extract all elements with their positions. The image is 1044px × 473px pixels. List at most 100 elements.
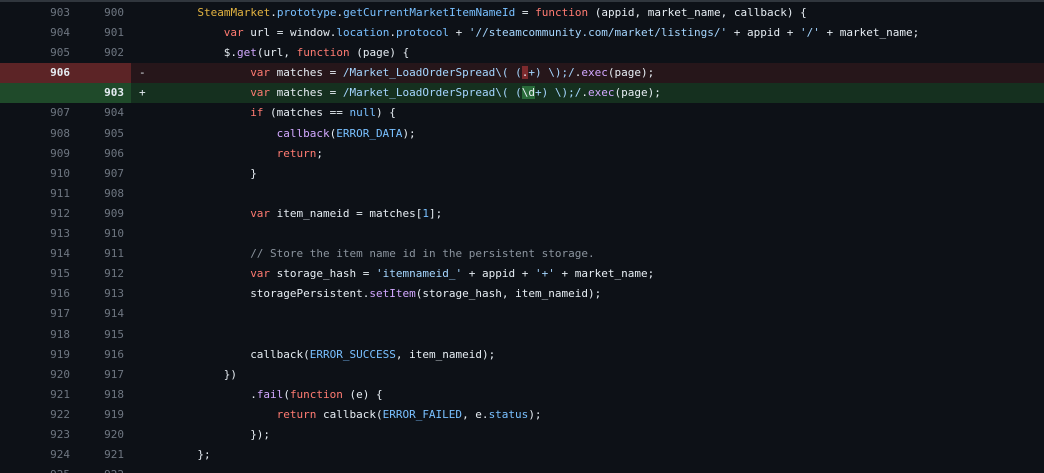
code-token: function xyxy=(535,6,589,19)
code-content: var url = window.location.protocol + '//… xyxy=(153,23,1044,43)
diff-marker xyxy=(131,465,153,473)
code-content: } xyxy=(153,164,1044,184)
code-token: exec xyxy=(587,86,615,100)
old-line-number[interactable]: 912 xyxy=(0,204,76,224)
code-token: + appid + xyxy=(727,26,800,40)
code-token: . xyxy=(270,6,277,19)
code-token: }; xyxy=(197,448,211,462)
code-token: protocol xyxy=(396,26,449,40)
new-line-number[interactable]: 916 xyxy=(76,345,131,365)
code-token: ; xyxy=(316,146,323,160)
new-line-number[interactable]: 913 xyxy=(76,284,131,304)
old-line-number[interactable]: 921 xyxy=(0,385,76,405)
old-line-number[interactable]: 916 xyxy=(0,284,76,304)
diff-marker xyxy=(131,284,153,304)
old-line-number[interactable]: 910 xyxy=(0,164,76,184)
old-line-number[interactable]: 913 xyxy=(0,224,76,244)
new-line-number[interactable]: 922 xyxy=(76,465,131,473)
code-content: return callback(ERROR_FAILED, e.status); xyxy=(153,405,1044,425)
old-line-number[interactable]: 903 xyxy=(0,3,76,23)
diff-marker xyxy=(131,144,153,164)
code-token: $. xyxy=(223,46,238,60)
code-token: (url, xyxy=(256,46,297,60)
code-content: storagePersistent.setItem(storage_hash, … xyxy=(153,284,1044,304)
new-line-number[interactable]: 919 xyxy=(76,405,131,425)
code-content: return; xyxy=(153,144,1044,164)
new-line-number[interactable]: 918 xyxy=(76,385,131,405)
old-line-number[interactable]: 915 xyxy=(0,264,76,284)
new-line-number[interactable]: 901 xyxy=(76,23,131,43)
old-line-number[interactable]: 906 xyxy=(0,63,76,84)
old-line-number[interactable]: 914 xyxy=(0,244,76,264)
old-line-number[interactable]: 907 xyxy=(0,103,76,123)
old-line-number[interactable]: 909 xyxy=(0,144,76,164)
code-token: ERROR_DATA xyxy=(336,126,403,140)
diff-marker: + xyxy=(139,86,146,100)
new-line-number[interactable]: 906 xyxy=(76,144,131,164)
code-token: null xyxy=(349,106,377,120)
new-line-number[interactable]: 911 xyxy=(76,244,131,264)
code-token: 'itemnameid_' xyxy=(376,267,463,281)
code-token: '//steamcommunity.com/market/listings/' xyxy=(468,26,728,40)
code-token: = xyxy=(515,6,536,19)
code-content xyxy=(153,325,1044,345)
diff-marker xyxy=(131,103,153,123)
new-line-number[interactable]: 900 xyxy=(76,3,131,23)
code-token: . xyxy=(581,86,588,100)
code-token: callback( xyxy=(316,407,383,421)
old-line-number[interactable]: 923 xyxy=(0,425,76,445)
code-token: if xyxy=(250,106,264,120)
code-token: /Market_LoadOrderSpread\( ( xyxy=(342,86,522,100)
new-line-number[interactable] xyxy=(76,63,131,84)
old-line-number[interactable] xyxy=(0,83,76,104)
code-content: // Store the item name id in the persist… xyxy=(153,244,1044,264)
new-line-number[interactable]: 910 xyxy=(76,224,131,244)
new-line-number[interactable]: 904 xyxy=(76,103,131,123)
code-token: '/' xyxy=(800,26,820,40)
old-line-number[interactable]: 924 xyxy=(0,445,76,465)
code-token: exec xyxy=(581,66,608,80)
diff-marker xyxy=(131,264,153,284)
new-line-number[interactable]: 915 xyxy=(76,325,131,345)
code-token: SteamMarket xyxy=(197,6,271,19)
code-token: ); xyxy=(528,407,542,421)
code-token: (appid, market_name, callback) { xyxy=(588,6,807,19)
diff-line: 913 910 xyxy=(0,224,1044,244)
new-line-number[interactable]: 902 xyxy=(76,43,131,63)
new-line-number[interactable]: 914 xyxy=(76,304,131,324)
code-token: url = window. xyxy=(243,26,337,40)
diff-line: 923 920}); xyxy=(0,425,1044,445)
code-token: function xyxy=(289,387,343,401)
old-line-number[interactable]: 918 xyxy=(0,325,76,345)
code-content: $.get(url, function (page) { xyxy=(153,43,1044,63)
diff-rows: 903 900 SteamMarket.prototype.getCurrentMa… xyxy=(0,3,1044,473)
diff-marker xyxy=(131,224,153,244)
code-token: getCurrentMarketItemNameId xyxy=(343,6,516,19)
diff-line: 910 907} xyxy=(0,164,1044,184)
old-line-number[interactable]: 919 xyxy=(0,345,76,365)
old-line-number[interactable]: 905 xyxy=(0,43,76,63)
old-line-number[interactable]: 908 xyxy=(0,124,76,144)
new-line-number[interactable]: 912 xyxy=(76,264,131,284)
old-line-number[interactable]: 920 xyxy=(0,365,76,385)
old-line-number[interactable]: 917 xyxy=(0,304,76,324)
code-token: ERROR_SUCCESS xyxy=(309,347,396,361)
new-line-number[interactable]: 921 xyxy=(76,445,131,465)
new-line-number[interactable]: 917 xyxy=(76,365,131,385)
old-line-number[interactable]: 925 xyxy=(0,465,76,473)
code-token: matches = xyxy=(270,86,343,100)
new-line-number[interactable]: 920 xyxy=(76,425,131,445)
new-line-number[interactable]: 907 xyxy=(76,164,131,184)
old-line-number[interactable]: 911 xyxy=(0,184,76,204)
code-content: if (matches == null) { xyxy=(153,103,1044,123)
code-token: ); xyxy=(402,126,416,140)
old-line-number[interactable]: 904 xyxy=(0,23,76,43)
new-line-number[interactable]: 905 xyxy=(76,124,131,144)
new-line-number[interactable]: 908 xyxy=(76,184,131,204)
new-line-number[interactable]: 909 xyxy=(76,204,131,224)
code-token: . xyxy=(250,387,257,401)
code-token: // Store the item name id in the persist… xyxy=(250,247,595,261)
code-token: item_nameid = matches[ xyxy=(270,206,423,220)
new-line-number[interactable]: 903 xyxy=(76,83,131,104)
old-line-number[interactable]: 922 xyxy=(0,405,76,425)
